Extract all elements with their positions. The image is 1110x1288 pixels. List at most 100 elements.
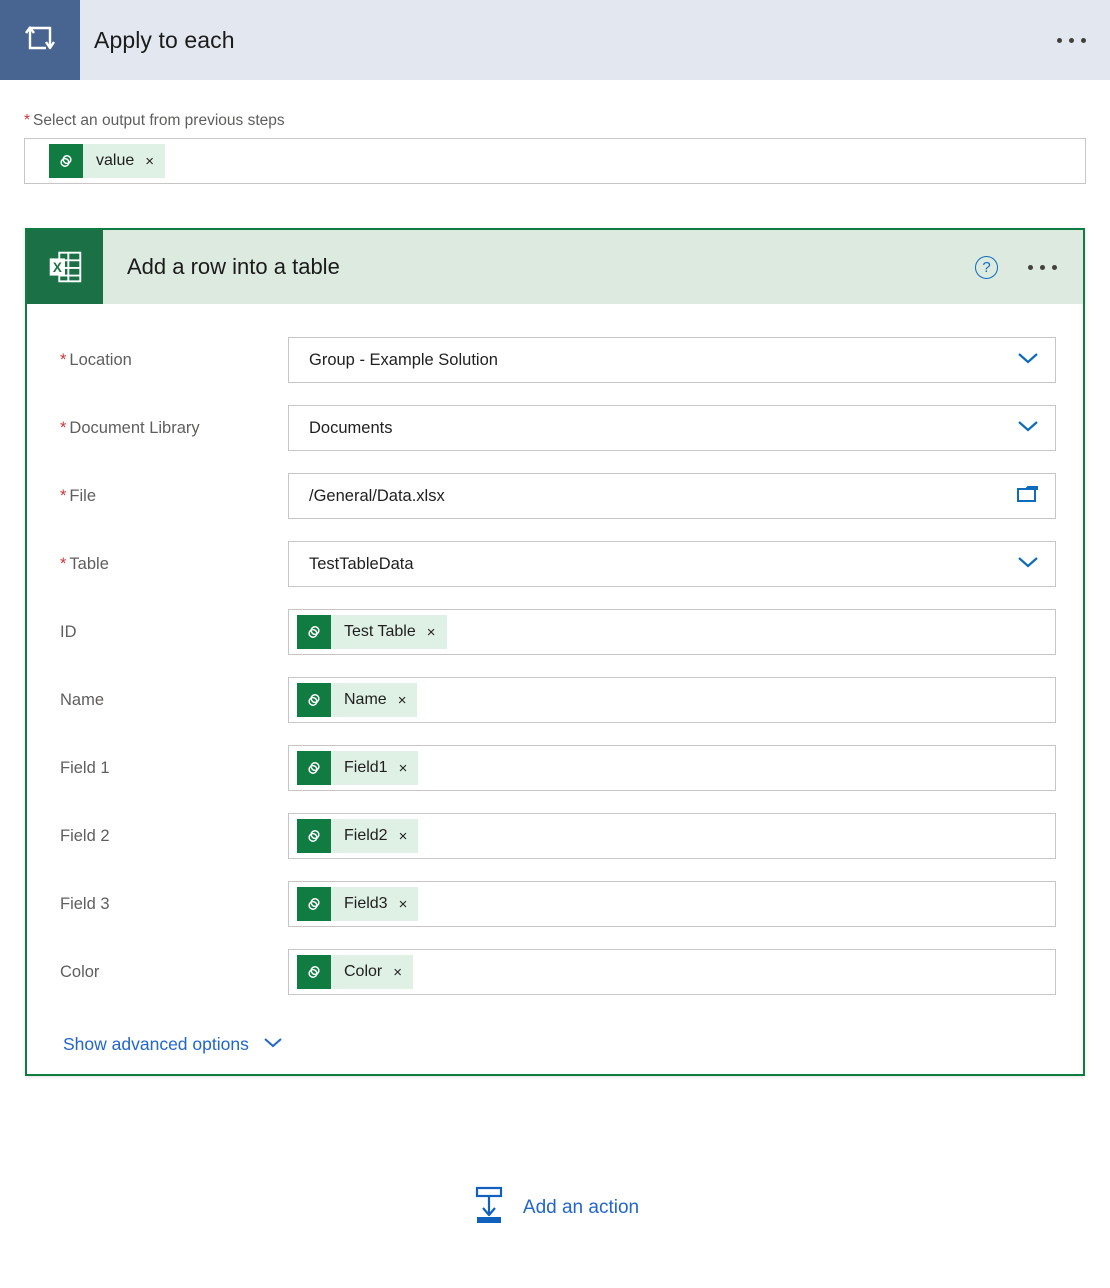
field-row-field-1: Field 1 Field1 × — [27, 734, 1083, 802]
token-chip-body: value × — [83, 144, 165, 178]
apply-to-each-header: Apply to each — [0, 0, 1110, 80]
field-row-id: ID Test Table × — [27, 598, 1083, 666]
field-label-text: File — [69, 486, 97, 505]
field-label-id: ID — [60, 622, 77, 641]
more-options-icon[interactable] — [1028, 264, 1057, 270]
close-icon[interactable]: × — [427, 625, 436, 640]
table-value: TestTableData — [309, 554, 414, 573]
file-value: /General/Data.xlsx — [309, 486, 445, 505]
help-icon[interactable]: ? — [975, 255, 998, 279]
action-card-header: X Add a row into a table ? — [27, 230, 1083, 304]
token-chip-body: Field1 × — [331, 751, 418, 785]
document-library-value: Documents — [309, 418, 393, 437]
field-1-input[interactable]: Field1 × — [288, 745, 1056, 791]
close-icon[interactable]: × — [399, 761, 408, 776]
field-3-input[interactable]: Field3 × — [288, 881, 1056, 927]
token-label: value — [96, 152, 135, 169]
file-input[interactable]: /General/Data.xlsx — [288, 473, 1056, 519]
chevron-down-icon[interactable] — [1015, 418, 1041, 439]
dynamic-content-icon — [297, 887, 331, 921]
apply-to-each-title-bar: Apply to each — [80, 0, 1110, 80]
field-label-field-3: Field 3 — [60, 894, 110, 913]
field-row-location: * Location Group - Example Solution — [27, 326, 1083, 394]
table-dropdown[interactable]: TestTableData — [288, 541, 1056, 587]
token-chip-id[interactable]: Test Table × — [297, 615, 447, 649]
name-input[interactable]: Name × — [288, 677, 1056, 723]
token-chip-field1[interactable]: Field1 × — [297, 751, 419, 785]
dynamic-content-icon — [297, 955, 331, 989]
token-label: Field1 — [344, 759, 388, 776]
chevron-down-icon[interactable] — [1015, 350, 1041, 371]
field-row-document-library: * Document Library Documents — [27, 394, 1083, 462]
token-chip-field3[interactable]: Field3 × — [297, 887, 419, 921]
dynamic-content-icon — [297, 819, 331, 853]
required-asterisk: * — [60, 350, 67, 369]
select-output-label-text: Select an output from previous steps — [33, 112, 285, 129]
close-icon[interactable]: × — [398, 693, 407, 708]
required-asterisk: * — [60, 554, 67, 573]
location-dropdown[interactable]: Group - Example Solution — [288, 337, 1056, 383]
show-advanced-options-link[interactable]: Show advanced options — [63, 1034, 249, 1055]
id-input[interactable]: Test Table × — [288, 609, 1056, 655]
token-chip-body: Field2 × — [331, 819, 418, 853]
token-label: Test Table — [344, 623, 416, 640]
svg-text:X: X — [53, 260, 62, 275]
select-output-section: * Select an output from previous steps va… — [24, 112, 1086, 184]
token-chip-name[interactable]: Name × — [297, 683, 418, 717]
close-icon[interactable]: × — [393, 965, 402, 980]
chevron-down-icon[interactable] — [261, 1035, 285, 1055]
token-chip-value[interactable]: value × — [49, 144, 166, 178]
add-action-button[interactable]: Add an action — [0, 1185, 1110, 1230]
field-label-name: Name — [60, 690, 105, 709]
show-advanced-options-row[interactable]: Show advanced options — [27, 1034, 1083, 1055]
token-chip-body: Name × — [331, 683, 417, 717]
action-card-body: * Location Group - Example Solution * Docu… — [27, 304, 1083, 1055]
token-label: Name — [344, 691, 387, 708]
color-input[interactable]: Color × — [288, 949, 1056, 995]
location-value: Group - Example Solution — [309, 350, 498, 369]
field-label-field-1: Field 1 — [60, 758, 110, 777]
token-label: Color — [344, 963, 383, 980]
select-output-label: * Select an output from previous steps — [24, 112, 1086, 130]
field-row-field-2: Field 2 Field2 × — [27, 802, 1083, 870]
page-title: Apply to each — [94, 26, 235, 53]
chevron-down-icon[interactable] — [1015, 554, 1041, 575]
token-chip-body: Color × — [331, 955, 413, 989]
field-row-name: Name Name × — [27, 666, 1083, 734]
dynamic-content-icon — [297, 683, 331, 717]
dynamic-content-icon — [49, 144, 83, 178]
document-library-dropdown[interactable]: Documents — [288, 405, 1056, 451]
field-label-text: Table — [69, 554, 109, 573]
add-action-label: Add an action — [522, 1196, 640, 1218]
field-row-color: Color Color × — [27, 938, 1083, 1006]
field-2-input[interactable]: Field2 × — [288, 813, 1056, 859]
required-asterisk: * — [60, 486, 67, 505]
select-output-input[interactable]: value × — [24, 138, 1086, 184]
token-chip-field2[interactable]: Field2 × — [297, 819, 419, 853]
token-label: Field3 — [344, 895, 388, 912]
field-label-file: * File — [60, 487, 288, 506]
excel-icon: X — [27, 230, 103, 304]
field-row-field-3: Field 3 Field3 × — [27, 870, 1083, 938]
field-label-table: * Table — [60, 555, 288, 574]
folder-picker-icon[interactable] — [1015, 483, 1041, 510]
token-chip-color[interactable]: Color × — [297, 955, 413, 989]
field-label-text: Location — [69, 350, 132, 369]
token-chip-body: Test Table × — [331, 615, 447, 649]
more-options-icon[interactable] — [1057, 37, 1092, 43]
field-label-location: * Location — [60, 351, 288, 370]
required-asterisk: * — [60, 418, 67, 437]
required-asterisk: * — [24, 112, 31, 129]
action-card-title: Add a row into a table — [127, 254, 340, 279]
dynamic-content-icon — [297, 751, 331, 785]
close-icon[interactable]: × — [145, 154, 154, 169]
close-icon[interactable]: × — [399, 897, 408, 912]
action-card-header-actions: ? — [975, 230, 1083, 304]
token-chip-body: Field3 × — [331, 887, 418, 921]
insert-below-icon — [471, 1185, 507, 1230]
action-card-add-row: X Add a row into a table ? * Location Gro… — [25, 228, 1085, 1076]
field-label-text: Document Library — [69, 418, 200, 437]
close-icon[interactable]: × — [399, 829, 408, 844]
token-label: Field2 — [344, 827, 388, 844]
loop-repeat-icon — [0, 0, 80, 80]
